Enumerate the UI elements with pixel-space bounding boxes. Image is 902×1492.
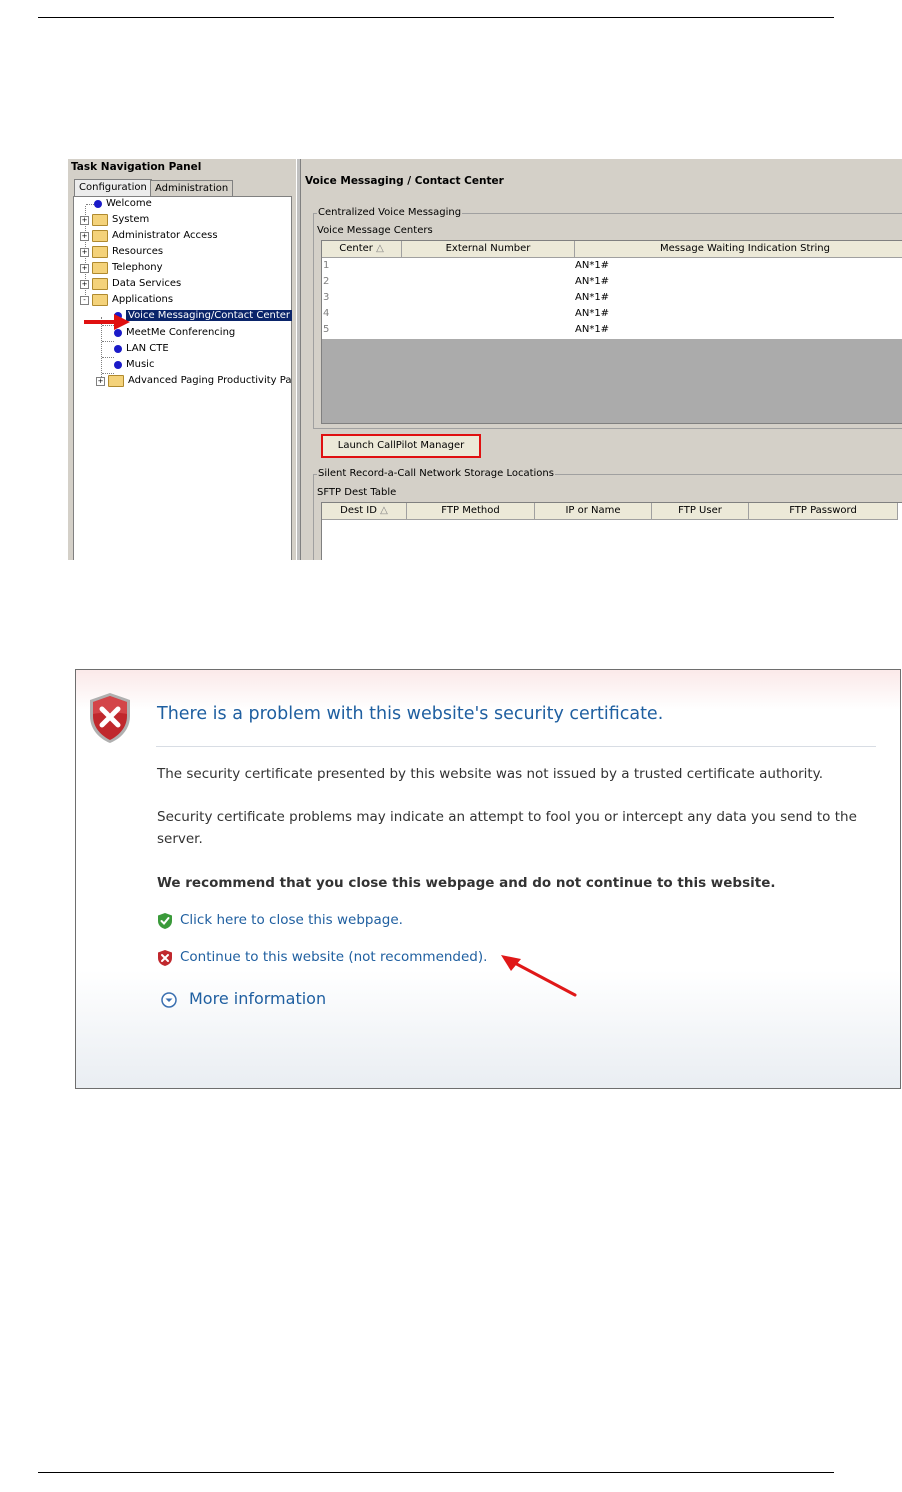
- group-title: Centralized Voice Messaging: [317, 207, 463, 218]
- chevron-down-circle-icon: [161, 992, 177, 1008]
- table-row-mwi[interactable]: AN*1#: [575, 274, 609, 290]
- blue-dot-icon: [114, 345, 122, 353]
- tree-item-music[interactable]: Music: [114, 358, 154, 372]
- column-header-center[interactable]: Center △: [322, 241, 402, 258]
- folder-icon: [92, 230, 108, 242]
- blue-dot-icon: [114, 361, 122, 369]
- column-header-mwi-string[interactable]: Message Waiting Indication String: [575, 241, 902, 258]
- footer-rule: [38, 1472, 834, 1473]
- blue-dot-icon: [94, 200, 102, 208]
- column-header-external-number[interactable]: External Number: [402, 241, 575, 258]
- continue-to-website-link[interactable]: Continue to this website (not recommende…: [157, 947, 517, 967]
- folder-icon: [92, 262, 108, 274]
- table-row-center[interactable]: 1: [323, 258, 329, 274]
- certificate-warning: Security certificate problems may indica…: [157, 809, 857, 847]
- expand-icon[interactable]: +: [80, 231, 89, 241]
- sftp-dest-table: Dest ID △ FTP Method IP or Name FTP User…: [321, 502, 902, 560]
- expand-icon[interactable]: +: [80, 279, 89, 289]
- launch-callpilot-manager-button[interactable]: Launch CallPilot Manager: [321, 434, 481, 458]
- collapse-icon[interactable]: -: [80, 295, 89, 305]
- folder-icon: [92, 294, 108, 306]
- table-row-mwi[interactable]: AN*1#: [575, 290, 609, 306]
- column-header-ftp-method[interactable]: FTP Method: [407, 503, 535, 520]
- tree-item-advanced-paging[interactable]: + Advanced Paging Productivity Pa: [96, 374, 291, 388]
- tree-item-system[interactable]: + System: [80, 213, 149, 227]
- red-arrow-icon: [501, 955, 577, 997]
- voice-message-centers-table: Center △ External Number Message Waiting…: [321, 240, 902, 424]
- red-shield-x-small-icon: [158, 950, 172, 966]
- panel-title: Voice Messaging / Contact Center: [305, 175, 504, 187]
- blue-dot-icon: [114, 329, 122, 337]
- tab-administration[interactable]: Administration: [150, 180, 234, 197]
- close-webpage-link[interactable]: Click here to close this webpage.: [157, 910, 437, 930]
- expand-icon[interactable]: +: [80, 215, 89, 225]
- table-row-center[interactable]: 3: [323, 290, 329, 306]
- red-shield-x-icon: [90, 693, 130, 743]
- voice-message-centers-label: Voice Message Centers: [317, 225, 433, 236]
- tree-item-resources[interactable]: + Resources: [80, 245, 163, 259]
- task-navigation-panel: Task Navigation Panel Configuration Admi…: [68, 159, 296, 560]
- sort-asc-icon: △: [380, 505, 388, 516]
- more-information-toggle[interactable]: More information: [161, 988, 361, 1010]
- folder-icon: [92, 214, 108, 226]
- tab-configuration[interactable]: Configuration: [74, 179, 152, 197]
- folder-icon: [92, 278, 108, 290]
- certificate-error-screenshot: There is a problem with this website's s…: [75, 669, 901, 1089]
- tree-item-voice-messaging[interactable]: Voice Messaging/Contact Center: [114, 309, 293, 323]
- tree-item-applications[interactable]: - Applications: [80, 293, 173, 307]
- table-row-center[interactable]: 5: [323, 322, 329, 338]
- red-arrow-icon: [84, 314, 130, 330]
- folder-icon: [108, 375, 124, 387]
- certificate-error-title: There is a problem with this website's s…: [157, 704, 664, 724]
- voice-messaging-screenshot: Task Navigation Panel Configuration Admi…: [68, 159, 902, 560]
- voice-messaging-panel: Voice Messaging / Contact Center Central…: [301, 159, 902, 560]
- tree-item-data-services[interactable]: + Data Services: [80, 277, 181, 291]
- recommendation-text: We recommend that you close this webpage…: [157, 875, 776, 891]
- table-row-center[interactable]: 2: [323, 274, 329, 290]
- group-title: Silent Record-a-Call Network Storage Loc…: [317, 468, 555, 479]
- sort-asc-icon: △: [376, 243, 384, 254]
- column-header-ftp-password[interactable]: FTP Password: [749, 503, 898, 520]
- expand-icon[interactable]: +: [80, 263, 89, 273]
- tree-item-welcome[interactable]: Welcome: [94, 197, 152, 211]
- certificate-description: The security certificate presented by th…: [157, 766, 824, 782]
- navigation-tree: Welcome + System + Administrator Access + R…: [73, 196, 293, 560]
- expand-icon[interactable]: +: [80, 247, 89, 257]
- table-row-mwi[interactable]: AN*1#: [575, 306, 609, 322]
- column-header-dest-id[interactable]: Dest ID △: [322, 503, 407, 520]
- expand-icon[interactable]: +: [96, 376, 105, 386]
- sftp-dest-table-label: SFTP Dest Table: [317, 487, 397, 498]
- nav-panel-title: Task Navigation Panel: [71, 161, 202, 173]
- tree-item-meetme-conferencing[interactable]: MeetMe Conferencing: [114, 326, 235, 340]
- tree-item-administrator-access[interactable]: + Administrator Access: [80, 229, 218, 243]
- folder-icon: [92, 246, 108, 258]
- green-shield-check-icon: [158, 913, 172, 929]
- table-row-mwi[interactable]: AN*1#: [575, 258, 609, 274]
- table-empty-area: [322, 339, 902, 423]
- tree-item-lan-cte[interactable]: LAN CTE: [114, 342, 169, 356]
- table-row-center[interactable]: 4: [323, 306, 329, 322]
- divider: [156, 746, 876, 747]
- header-rule: [38, 17, 834, 18]
- table-row-mwi[interactable]: AN*1#: [575, 322, 609, 338]
- column-header-ip-or-name[interactable]: IP or Name: [535, 503, 652, 520]
- column-header-ftp-user[interactable]: FTP User: [652, 503, 749, 520]
- tree-item-telephony[interactable]: + Telephony: [80, 261, 163, 275]
